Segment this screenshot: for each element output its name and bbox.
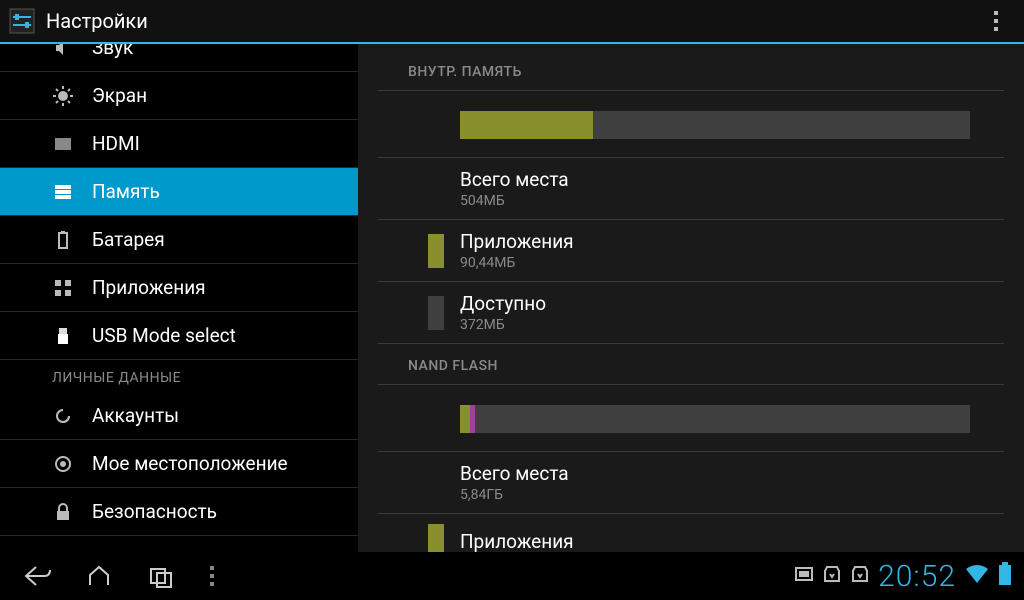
storage-detail-pane: ВНУТР. ПАМЯТЬ Всего места 504МБ Приложен… <box>358 44 1024 552</box>
stat-value: 5,84ГБ <box>460 487 569 503</box>
nand-usage-bar <box>460 405 970 433</box>
overflow-menu-button[interactable] <box>976 1 1016 41</box>
stat-label: Всего места <box>460 168 569 191</box>
battery-icon <box>52 229 74 251</box>
recents-button[interactable] <box>130 552 192 600</box>
home-button[interactable] <box>68 552 130 600</box>
color-swatch <box>428 234 444 268</box>
sidebar-item-label: Приложения <box>92 276 206 299</box>
nav-menu-button[interactable] <box>192 552 232 600</box>
stat-value: 372МБ <box>460 317 546 333</box>
sidebar-item-location[interactable]: Мое местоположение <box>0 440 358 488</box>
stat-total-internal[interactable]: Всего места 504МБ <box>378 158 1004 220</box>
clock: 20:52 <box>878 559 956 594</box>
sidebar-section-personal: ЛИЧНЫЕ ДАННЫЕ <box>0 360 358 392</box>
sidebar-item-accounts[interactable]: Аккаунты <box>0 392 358 440</box>
stat-total-nand[interactable]: Всего места 5,84ГБ <box>378 452 1004 514</box>
sidebar-item-label: Память <box>92 180 160 203</box>
sidebar-item-security[interactable]: Безопасность <box>0 488 358 536</box>
stat-available-internal[interactable]: Доступно 372МБ <box>378 282 1004 344</box>
system-tray[interactable]: 20:52 <box>794 559 1018 594</box>
stat-label: Доступно <box>460 292 546 315</box>
stat-label: Приложения <box>460 530 574 553</box>
sidebar-item-apps[interactable]: Приложения <box>0 264 358 312</box>
internal-usage-bar <box>460 111 970 139</box>
battery-status-icon <box>998 562 1012 590</box>
sound-icon <box>52 44 74 59</box>
stat-apps-nand[interactable]: Приложения <box>378 514 1004 552</box>
sidebar-item-label: Звук <box>92 44 133 59</box>
lock-icon <box>52 501 74 523</box>
usb-icon <box>52 325 74 347</box>
stat-apps-internal[interactable]: Приложения 90,44МБ <box>378 220 1004 282</box>
sidebar-item-label: Батарея <box>92 228 165 251</box>
internal-usage-bar-row[interactable] <box>378 91 1004 158</box>
system-navbar: 20:52 <box>0 552 1024 600</box>
sidebar-item-label: Экран <box>92 84 147 107</box>
location-icon <box>52 453 74 475</box>
sidebar-item-label: Мое местоположение <box>92 452 288 475</box>
color-swatch <box>428 524 444 552</box>
color-swatch <box>428 296 444 330</box>
page-title: Настройки <box>46 9 148 33</box>
section-nand-flash: NAND FLASH <box>378 352 1004 385</box>
stat-label: Всего места <box>460 462 569 485</box>
sidebar-item-usb[interactable]: USB Mode select <box>0 312 358 360</box>
settings-sidebar: Звук Экран HDMI <box>0 44 358 552</box>
apps-icon <box>52 277 74 299</box>
action-bar: Настройки <box>0 0 1024 44</box>
storage-icon <box>52 181 74 203</box>
sidebar-item-battery[interactable]: Батарея <box>0 216 358 264</box>
stat-value: 90,44МБ <box>460 255 574 271</box>
sidebar-item-label: Аккаунты <box>92 404 179 427</box>
back-button[interactable] <box>6 552 68 600</box>
sidebar-item-storage[interactable]: Память <box>0 168 358 216</box>
sidebar-item-hdmi[interactable]: HDMI <box>0 120 358 168</box>
sidebar-item-label: HDMI <box>92 132 140 155</box>
sidebar-item-sound[interactable]: Звук <box>0 44 358 72</box>
sidebar-item-label: USB Mode select <box>92 324 236 347</box>
section-internal-storage: ВНУТР. ПАМЯТЬ <box>378 58 1004 91</box>
stat-value: 504МБ <box>460 193 569 209</box>
sync-icon <box>52 405 74 427</box>
nand-usage-bar-row[interactable] <box>378 385 1004 452</box>
display-icon <box>52 85 74 107</box>
sidebar-item-display[interactable]: Экран <box>0 72 358 120</box>
download-icon-2 <box>850 564 870 588</box>
stat-label: Приложения <box>460 230 574 253</box>
download-icon <box>822 564 842 588</box>
wifi-icon <box>964 563 990 589</box>
settings-icon <box>8 7 36 35</box>
sidebar-item-label: Безопасность <box>92 500 217 523</box>
hdmi-icon <box>52 133 74 155</box>
screenshot-icon <box>794 564 814 588</box>
